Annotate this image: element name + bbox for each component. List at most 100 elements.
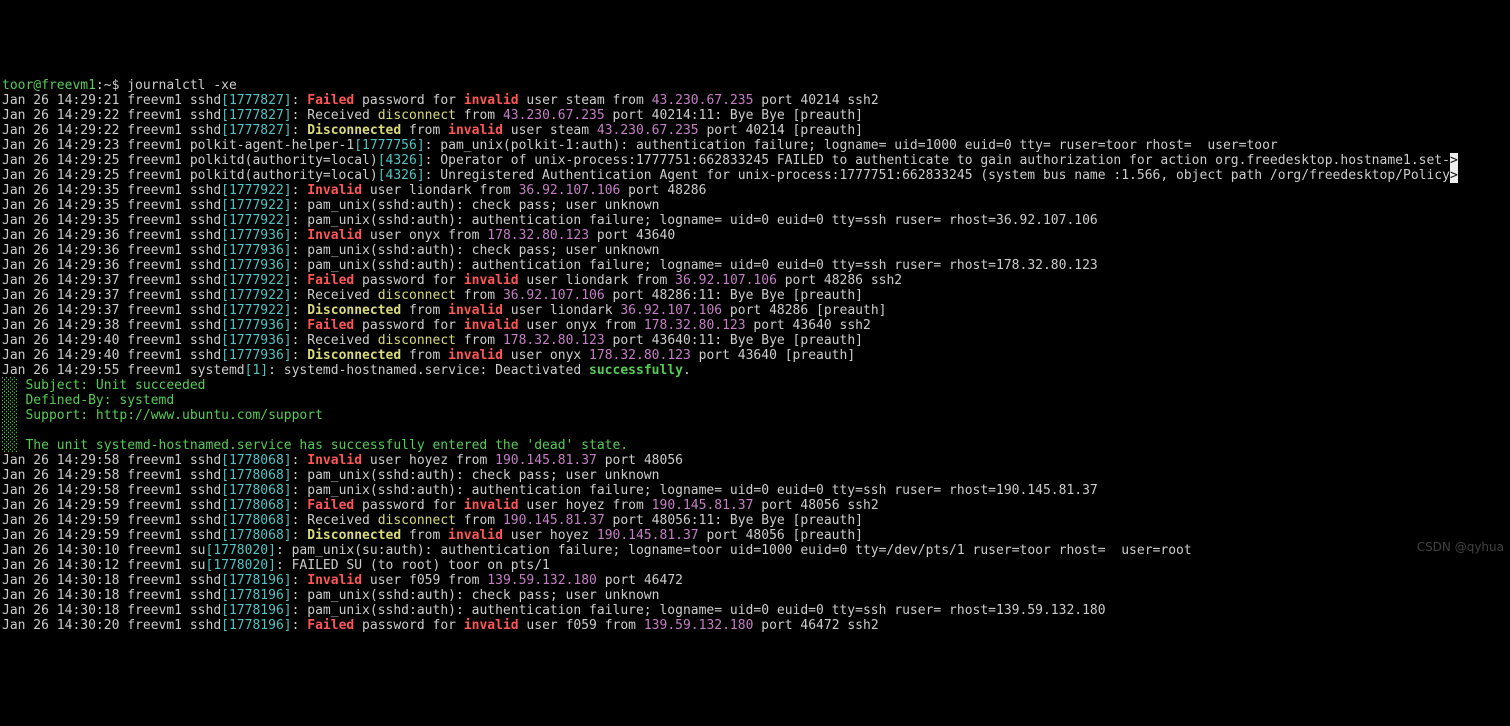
log-segment: [1777936] (221, 228, 291, 243)
log-segment: password for (354, 273, 464, 288)
log-line: Jan 26 14:29:23 freevm1 polkit-agent-hel… (2, 138, 1508, 153)
log-segment: Failed (307, 618, 354, 633)
log-segment: : pam_unix(sshd:auth): authentication fa… (292, 603, 1106, 618)
log-segment: password for (354, 618, 464, 633)
log-segment: : (292, 93, 308, 108)
log-segment: [4326] (378, 168, 425, 183)
log-line: ░░ The unit systemd-hostnamed.service ha… (2, 438, 1508, 453)
log-segment: 190.145.81.37 (503, 513, 605, 528)
log-line: Jan 26 14:29:59 freevm1 sshd[1778068]: R… (2, 513, 1508, 528)
log-line: Jan 26 14:30:20 freevm1 sshd[1778196]: F… (2, 618, 1508, 633)
log-segment: 139.59.132.180 (487, 573, 597, 588)
log-line: Jan 26 14:29:37 freevm1 sshd[1777922]: R… (2, 288, 1508, 303)
log-segment: [1777922] (221, 213, 291, 228)
log-segment: Jan 26 14:29:22 freevm1 sshd (2, 108, 221, 123)
log-segment: : (292, 498, 308, 513)
log-segment: [1777936] (221, 258, 291, 273)
log-segment: Jan 26 14:29:37 freevm1 sshd (2, 288, 221, 303)
log-segment: Invalid (307, 453, 362, 468)
log-line: Jan 26 14:29:40 freevm1 sshd[1777936]: D… (2, 348, 1508, 363)
log-segment: user onyx (503, 348, 589, 363)
log-segment: [1777936] (221, 243, 291, 258)
log-segment: user hoyez (503, 528, 597, 543)
log-segment: disconnect (378, 288, 456, 303)
log-segment: 43.230.67.235 (597, 123, 699, 138)
log-segment: ░░ (2, 423, 25, 438)
log-segment: ░░ Support: http://www.ubuntu.com/suppor… (2, 408, 323, 423)
log-segment: [4326] (378, 153, 425, 168)
log-segment: [1778068] (221, 498, 291, 513)
log-segment: [1777922] (221, 183, 291, 198)
log-segment: from (401, 348, 448, 363)
log-segment: [1778068] (221, 528, 291, 543)
log-segment: 178.32.80.123 (589, 348, 691, 363)
log-segment: [1778196] (221, 603, 291, 618)
log-segment: : (292, 618, 308, 633)
log-segment: user steam (503, 123, 597, 138)
log-segment: : Unregistered Authentication Agent for … (425, 168, 1450, 183)
log-segment: [1778020] (206, 558, 276, 573)
log-segment: : pam_unix(sshd:auth): check pass; user … (292, 588, 660, 603)
log-segment: > (1450, 168, 1458, 183)
log-segment: user f059 from (362, 573, 487, 588)
log-line: Jan 26 14:30:18 freevm1 sshd[1778196]: p… (2, 588, 1508, 603)
log-segment: password for (354, 498, 464, 513)
log-segment: port 48056 (597, 453, 683, 468)
log-line: Jan 26 14:30:18 freevm1 sshd[1778196]: p… (2, 603, 1508, 618)
log-segment: 178.32.80.123 (503, 333, 605, 348)
log-segment: : Received (292, 288, 378, 303)
log-segment: Jan 26 14:29:37 freevm1 sshd (2, 273, 221, 288)
log-segment: [1778196] (221, 618, 291, 633)
log-segment: port 43640 ssh2 (746, 318, 871, 333)
log-segment: [1777827] (221, 123, 291, 138)
log-segment: user hoyez from (362, 453, 495, 468)
command-input[interactable]: journalctl -xe (127, 78, 237, 93)
log-segment: Disconnected (307, 303, 401, 318)
log-line: Jan 26 14:29:25 freevm1 polkitd(authorit… (2, 153, 1508, 168)
log-segment: [1777922] (221, 303, 291, 318)
log-segment: port 40214 ssh2 (753, 93, 878, 108)
log-segment: : systemd-hostnamed.service: Deactivated (268, 363, 589, 378)
log-segment: Jan 26 14:30:20 freevm1 sshd (2, 618, 221, 633)
log-segment: : Received (292, 513, 378, 528)
log-segment: port 43640:11: Bye Bye [preauth] (605, 333, 863, 348)
log-segment: [1777922] (221, 198, 291, 213)
log-segment: 36.92.107.106 (503, 288, 605, 303)
log-segment: ░░ Defined-By: systemd (2, 393, 174, 408)
log-segment: invalid (464, 318, 519, 333)
log-segment: Jan 26 14:29:25 freevm1 polkitd(authorit… (2, 153, 378, 168)
log-line: Jan 26 14:29:55 freevm1 systemd[1]: syst… (2, 363, 1508, 378)
log-segment: 190.145.81.37 (652, 498, 754, 513)
log-segment: ░░ Subject: Unit succeeded (2, 378, 206, 393)
log-segment: invalid (448, 303, 503, 318)
log-segment: password for (354, 318, 464, 333)
log-line: Jan 26 14:29:37 freevm1 sshd[1777922]: F… (2, 273, 1508, 288)
log-segment: : (292, 303, 308, 318)
log-segment: : pam_unix(sshd:auth): check pass; user … (292, 468, 660, 483)
log-line: Jan 26 14:29:40 freevm1 sshd[1777936]: R… (2, 333, 1508, 348)
log-line: ░░ (2, 423, 1508, 438)
log-segment: Jan 26 14:29:21 freevm1 sshd (2, 93, 221, 108)
log-segment: [1] (245, 363, 268, 378)
terminal-output[interactable]: toor@freevm1:~$ journalctl -xeJan 26 14:… (0, 75, 1510, 636)
log-line: Jan 26 14:29:25 freevm1 polkitd(authorit… (2, 168, 1508, 183)
log-segment: : pam_unix(sshd:auth): check pass; user … (292, 198, 660, 213)
log-segment: Jan 26 14:30:12 freevm1 su (2, 558, 206, 573)
log-segment: successfully (589, 363, 683, 378)
log-segment: Failed (307, 318, 354, 333)
log-line: ░░ Defined-By: systemd (2, 393, 1508, 408)
log-segment: : (292, 318, 308, 333)
log-line: Jan 26 14:29:35 freevm1 sshd[1777922]: I… (2, 183, 1508, 198)
log-segment: port 48286 [preauth] (722, 303, 886, 318)
log-segment: Jan 26 14:30:18 freevm1 sshd (2, 588, 221, 603)
log-segment: Jan 26 14:29:37 freevm1 sshd (2, 303, 221, 318)
log-segment: . (683, 363, 691, 378)
log-segment: port 48056 ssh2 (753, 498, 878, 513)
log-segment: Invalid (307, 573, 362, 588)
log-line: Jan 26 14:29:58 freevm1 sshd[1778068]: p… (2, 483, 1508, 498)
log-segment: Jan 26 14:29:55 freevm1 systemd (2, 363, 245, 378)
log-segment: disconnect (378, 108, 456, 123)
log-segment: 178.32.80.123 (487, 228, 589, 243)
log-segment: user hoyez from (519, 498, 652, 513)
log-segment: from (456, 108, 503, 123)
